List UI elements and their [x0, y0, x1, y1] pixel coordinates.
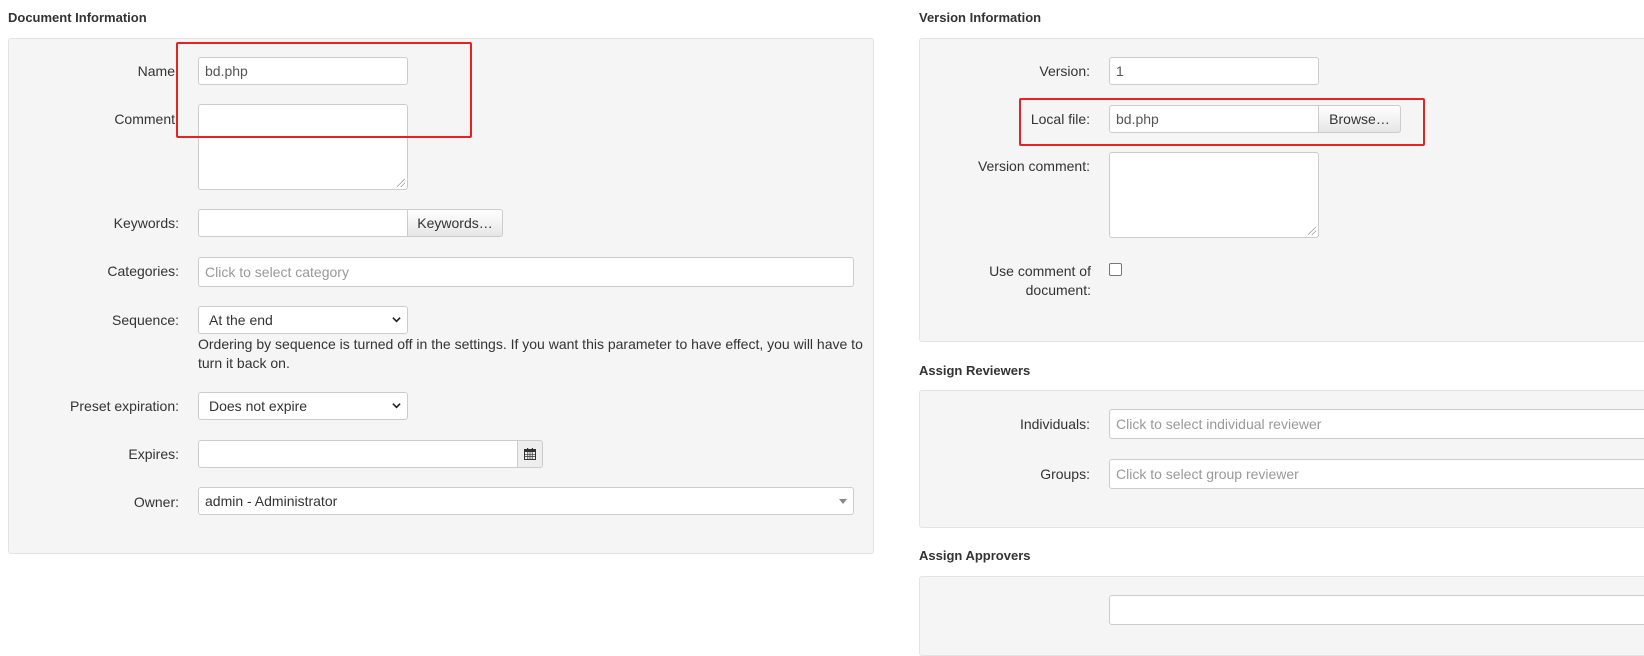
owner-label: Owner: — [133, 494, 179, 510]
chevron-down-icon — [392, 403, 401, 409]
sequence-select[interactable]: At the end — [198, 306, 408, 334]
preset-expiration-value: Does not expire — [209, 398, 308, 414]
expires-label: Expires: — [128, 446, 179, 462]
group-reviewer-select[interactable]: Click to select group reviewer — [1109, 459, 1644, 489]
keywords-button[interactable]: Keywords… — [407, 209, 503, 237]
document-info-title: Document Information — [8, 10, 147, 25]
owner-select[interactable]: admin - Administrator — [198, 487, 854, 515]
version-label: Version: — [1039, 63, 1090, 79]
assign-approvers-title: Assign Approvers — [919, 548, 1031, 563]
sequence-help-line2: turn it back on. — [198, 355, 290, 371]
version-comment-textarea[interactable] — [1109, 152, 1319, 238]
version-comment-label: Version comment: — [977, 158, 1090, 174]
use-comment-label-line1: Use comment of — [989, 263, 1091, 279]
approver-select[interactable] — [1109, 595, 1644, 625]
caret-down-icon — [839, 499, 847, 504]
categories-select[interactable]: Click to select category — [198, 257, 854, 287]
sequence-label: Sequence: — [112, 312, 179, 328]
comment-label: Comment — [114, 111, 175, 127]
preset-expiration-select[interactable]: Does not expire — [198, 392, 408, 420]
sequence-select-value: At the end — [209, 312, 273, 328]
chevron-down-icon — [392, 317, 401, 323]
assign-reviewers-title: Assign Reviewers — [919, 363, 1031, 378]
highlight-box-local-file — [1019, 98, 1425, 146]
version-input[interactable]: 1 — [1109, 57, 1319, 85]
use-comment-label-line2: document: — [1025, 282, 1091, 298]
calendar-button[interactable] — [517, 440, 543, 468]
resize-grip-icon[interactable] — [1308, 227, 1316, 235]
resize-grip-icon[interactable] — [397, 179, 405, 187]
calendar-icon — [524, 448, 536, 460]
groups-label: Groups: — [1040, 466, 1090, 482]
sequence-help-line1: Ordering by sequence is turned off in th… — [198, 336, 863, 352]
individuals-label: Individuals: — [1019, 416, 1090, 432]
owner-select-value: admin - Administrator — [205, 493, 338, 509]
individual-reviewer-select[interactable]: Click to select individual reviewer — [1109, 409, 1644, 439]
use-comment-checkbox[interactable] — [1109, 263, 1122, 276]
version-info-title: Version Information — [919, 10, 1042, 25]
name-label: Name — [137, 63, 175, 79]
keywords-label: Keywords: — [113, 215, 179, 231]
preset-expiration-label: Preset expiration: — [70, 398, 179, 414]
categories-label: Categories: — [107, 263, 179, 279]
expires-input[interactable] — [198, 440, 518, 468]
keywords-input[interactable] — [198, 209, 408, 237]
highlight-box-name-comment — [176, 42, 472, 138]
